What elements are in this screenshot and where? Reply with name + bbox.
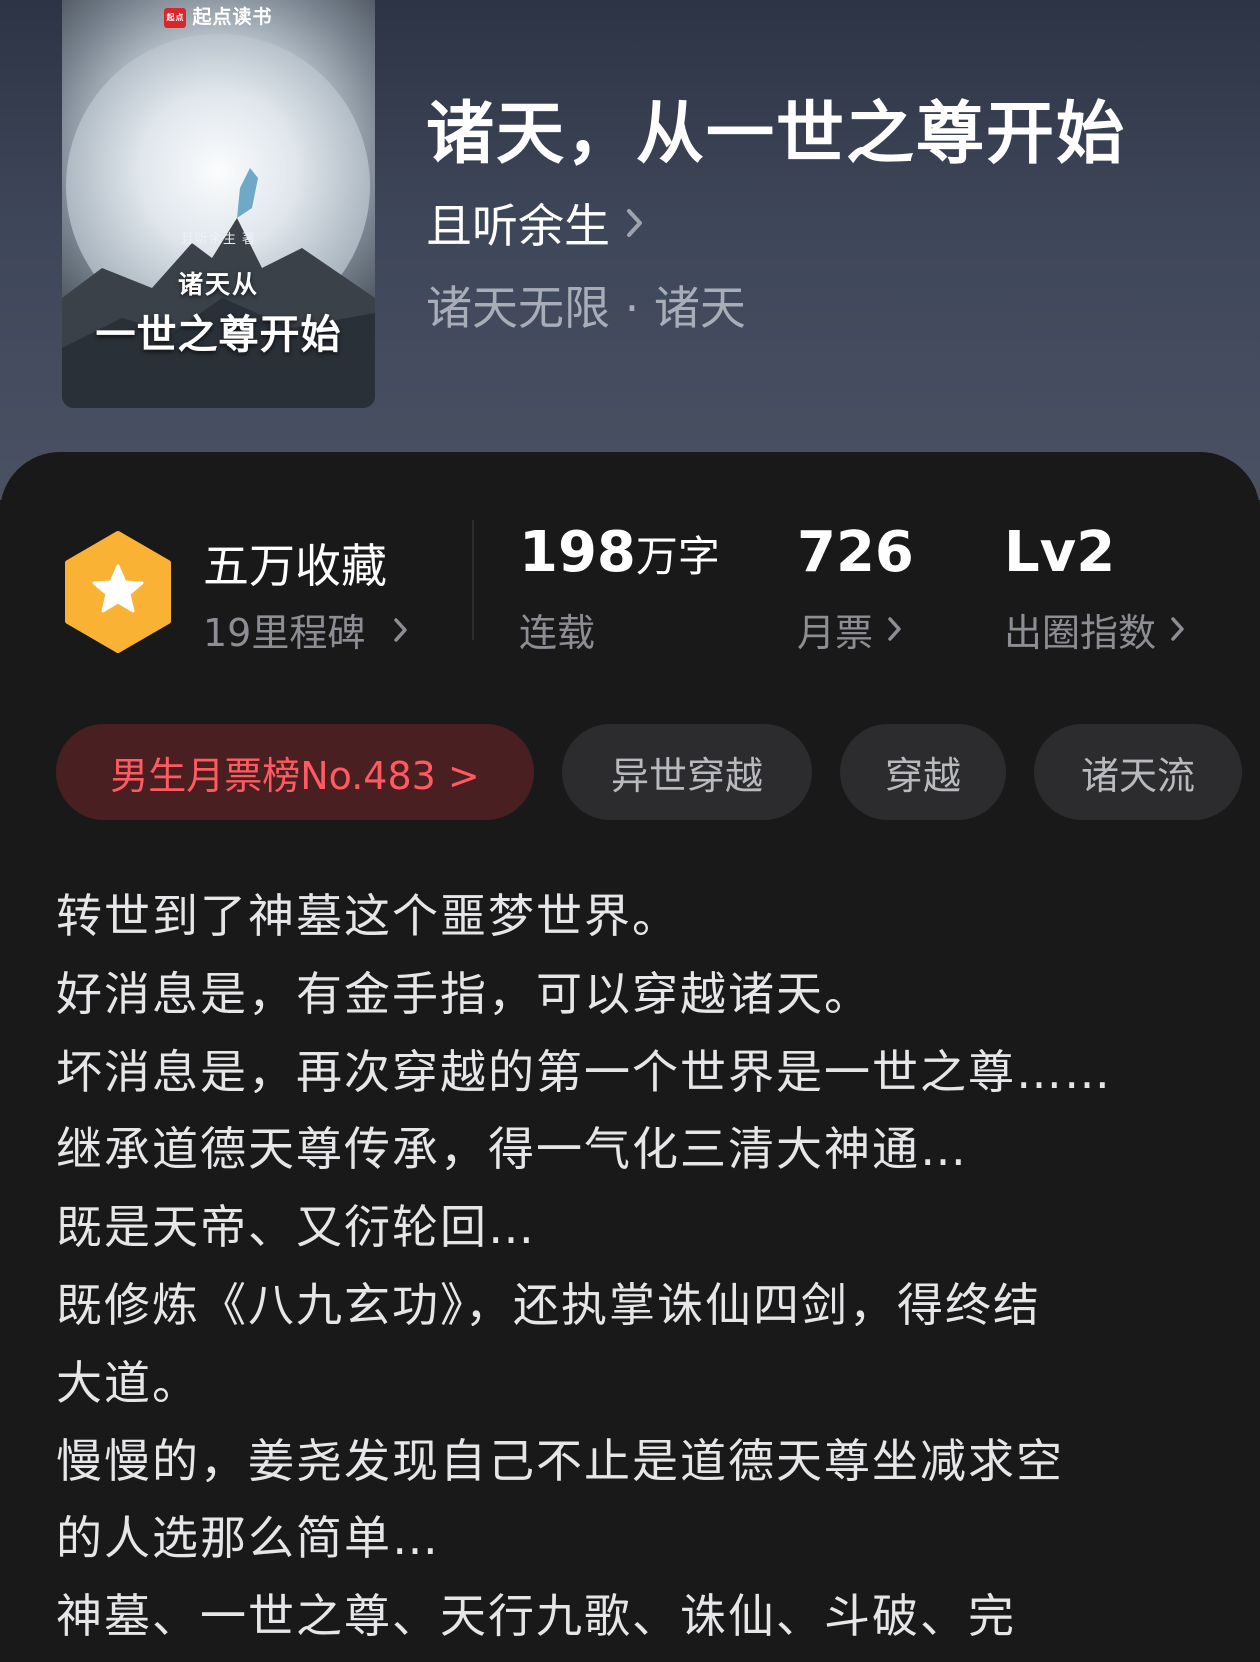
chevron-right-icon [627,209,642,237]
book-header: 起点 起点读书 且听余生 著 诸天从 一世之尊开始 诸天，从一世之尊开始 且听余生… [0,0,1260,500]
cover-author: 且听余生 著 [180,232,257,247]
description-line: 坏消息是，再次穿越的第一个世界是一世之尊…… [56,1044,1112,1099]
monthly-votes-stat[interactable]: 726 月票 [797,522,914,657]
milestones-link[interactable]: 19里程碑 [203,602,409,657]
monthly-votes-link[interactable]: 月票 [797,602,914,657]
brand-logo-icon: 起点 [164,7,187,28]
description-line: 继承道德天尊传承，得一气化三清大神通… [56,1122,968,1177]
book-description[interactable]: 转世到了神墓这个噩梦世界。 好消息是，有金手指，可以穿越诸天。 坏消息是，再次穿… [56,878,1216,1656]
chevron-right-icon [394,617,408,642]
book-cover[interactable]: 起点 起点读书 且听余生 著 诸天从 一世之尊开始 [62,0,375,408]
chevron-right-icon [888,617,901,641]
author-name: 且听余生 [426,199,610,253]
rank-tag[interactable]: 男生月票榜No.483 > [56,724,534,820]
influence-value: Lv2 [1004,520,1116,585]
description-line: 既修炼《八九玄功》，还执掌诛仙四剑，得终结 [56,1277,1041,1332]
influence-stat[interactable]: Lv2 出圈指数 [1004,522,1186,657]
description-line: 转世到了神墓这个噩梦世界。 [56,889,680,943]
serial-status: 连载 [519,602,720,657]
description-line: 神墓、一世之尊、天行九歌、诛仙、斗破、完 [56,1589,1016,1644]
influence-label: 出圈指数 [1004,610,1157,655]
cover-title-line2: 一世之尊开始 [95,312,342,358]
favorites-count[interactable]: 五万收藏 [203,530,387,596]
word-count-unit: 万字 [635,532,720,581]
word-count-number: 198 [519,520,636,585]
book-detail-page: 起点 起点读书 且听余生 著 诸天从 一世之尊开始 诸天，从一世之尊开始 且听余生… [0,0,1260,1662]
serial-status-label: 连载 [519,610,596,655]
author-link[interactable]: 且听余生 [426,190,646,256]
monthly-votes-value: 726 [797,520,914,585]
cover-title-line1: 诸天从 [177,270,259,299]
tag-chip[interactable]: 异世穿越 [562,724,812,820]
stats-row: 五万收藏 19里程碑 198万字 连载 726 月票 Lv2 出圈指数 [0,452,1260,655]
tag-chip[interactable]: 诸天流 [1034,724,1242,820]
milestones-label: 19里程碑 [203,611,366,655]
description-line: 慢慢的，姜尧发现自己不止是道德天尊坐减求空 [56,1433,1064,1488]
monthly-votes-label: 月票 [797,610,874,655]
influence-link[interactable]: 出圈指数 [1004,602,1186,657]
description-line: 大道。 [56,1355,200,1410]
chevron-right-icon [1171,617,1184,641]
cover-brand: 起点 起点读书 [62,0,375,29]
description-line: 既是天帝、又衍轮回… [56,1200,536,1255]
word-count-value: 198万字 [519,522,720,584]
book-title: 诸天，从一世之尊开始 [426,94,1127,174]
content-panel: 五万收藏 19里程碑 198万字 连载 726 月票 Lv2 出圈指数 男生月票… [0,452,1260,1662]
book-genre[interactable]: 诸天无限 · 诸天 [426,272,746,338]
tag-row: 男生月票榜No.483 > 异世穿越 穿越 诸天流 [56,724,1242,820]
description-line: 的人选那么简单… [56,1511,440,1566]
star-badge-icon[interactable] [62,530,174,654]
description-line: 好消息是，有金手指，可以穿越诸天。 [56,966,872,1021]
brand-name: 起点读书 [192,6,273,28]
stats-divider [472,520,474,640]
tag-chip[interactable]: 穿越 [840,724,1006,820]
word-count-stat: 198万字 连载 [519,522,720,657]
